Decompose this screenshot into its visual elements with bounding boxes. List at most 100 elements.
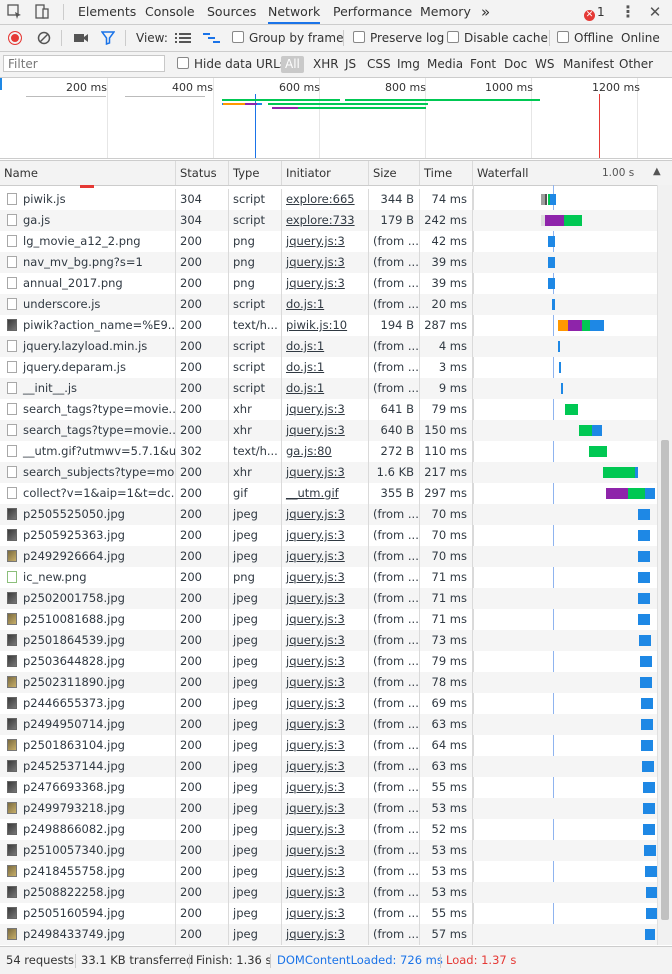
initiator-link[interactable]: jquery.js:3 (282, 399, 369, 420)
request-row[interactable]: search_subjects?type=mo... 200 xhr jquery.j… (0, 462, 657, 483)
offline-checkbox[interactable]: Offline (557, 25, 613, 51)
name-cell[interactable]: search_subjects?type=mo... (0, 462, 176, 483)
request-row[interactable]: p2502311890.jpg 200 jpeg jquery.js:3 (from .… (0, 672, 657, 693)
initiator-link[interactable]: jquery.js:3 (282, 420, 369, 441)
filter-type-ws[interactable]: WS (533, 56, 556, 73)
initiator-link[interactable]: piwik.js:10 (282, 315, 369, 336)
request-row[interactable]: jquery.lazyload.min.js 200 script do.js:1 (f… (0, 336, 657, 357)
group-by-frame-checkbox[interactable]: Group by frame (232, 25, 343, 51)
name-cell[interactable]: lg_movie_a12_2.png (0, 231, 176, 252)
request-row[interactable]: p2452537144.jpg 200 jpeg jquery.js:3 (from .… (0, 756, 657, 777)
tab-network[interactable]: Network (268, 0, 321, 24)
name-cell[interactable]: p2476693368.jpg (0, 777, 176, 798)
initiator-link[interactable]: jquery.js:3 (282, 819, 369, 840)
request-row[interactable]: collect?v=1&aip=1&t=dc... 200 gif __utm.gif… (0, 483, 657, 504)
request-row[interactable]: __init__.js 200 script do.js:1 (from ... 9 ms (0, 378, 657, 399)
name-cell[interactable]: search_tags?type=movie... (0, 399, 176, 420)
tab-memory[interactable]: Memory (420, 0, 471, 24)
initiator-link[interactable]: jquery.js:3 (282, 567, 369, 588)
table-scrollbar[interactable] (657, 185, 672, 945)
filter-type-js[interactable]: JS (343, 56, 358, 73)
initiator-link[interactable]: jquery.js:3 (282, 861, 369, 882)
error-counter[interactable]: ✕ 1 (584, 4, 618, 21)
initiator-link[interactable]: __utm.gif (282, 483, 369, 504)
name-cell[interactable]: p2446655373.jpg (0, 693, 176, 714)
device-toolbar-icon[interactable] (33, 3, 51, 21)
name-cell[interactable]: __utm.gif?utmwv=5.7.1&u... (0, 441, 176, 462)
network-overview-timeline[interactable]: 200 ms 400 ms 600 ms 800 ms 1000 ms 1200… (0, 78, 672, 159)
preserve-log-checkbox[interactable]: Preserve log (353, 25, 444, 51)
request-row[interactable]: p2505160594.jpg 200 jpeg jquery.js:3 (from .… (0, 903, 657, 924)
inspect-element-icon[interactable] (6, 3, 24, 21)
request-row[interactable]: p2499793218.jpg 200 jpeg jquery.js:3 (from .… (0, 798, 657, 819)
request-row[interactable]: p2418455758.jpg 200 jpeg jquery.js:3 (from .… (0, 861, 657, 882)
filter-input[interactable] (3, 55, 165, 72)
filter-type-all[interactable]: All (281, 56, 304, 73)
request-row[interactable]: piwik.js 304 script explore:665 344 B 74 ms (0, 189, 657, 210)
request-row[interactable]: p2494950714.jpg 200 jpeg jquery.js:3 (from .… (0, 714, 657, 735)
name-cell[interactable]: jquery.lazyload.min.js (0, 336, 176, 357)
initiator-link[interactable]: do.js:1 (282, 336, 369, 357)
filter-type-other[interactable]: Other (617, 56, 655, 73)
initiator-link[interactable]: jquery.js:3 (282, 525, 369, 546)
request-row[interactable]: p2476693368.jpg 200 jpeg jquery.js:3 (from .… (0, 777, 657, 798)
initiator-link[interactable]: jquery.js:3 (282, 504, 369, 525)
initiator-link[interactable]: explore:733 (282, 210, 369, 231)
initiator-link[interactable]: jquery.js:3 (282, 462, 369, 483)
filter-type-media[interactable]: Media (425, 56, 465, 73)
name-cell[interactable]: p2510081688.jpg (0, 609, 176, 630)
initiator-link[interactable]: jquery.js:3 (282, 609, 369, 630)
filter-funnel-icon[interactable] (100, 31, 116, 48)
name-cell[interactable]: p2505925363.jpg (0, 525, 176, 546)
kebab-menu-icon[interactable]: ⋮ (619, 3, 637, 21)
name-cell[interactable]: ga.js (0, 210, 176, 231)
name-cell[interactable]: piwik.js (0, 189, 176, 210)
name-cell[interactable]: p2498433749.jpg (0, 924, 176, 945)
request-row[interactable]: p2503644828.jpg 200 jpeg jquery.js:3 (from .… (0, 651, 657, 672)
name-cell[interactable]: p2501864539.jpg (0, 630, 176, 651)
name-cell[interactable]: __init__.js (0, 378, 176, 399)
name-cell[interactable]: piwik?action_name=%E9... (0, 315, 176, 336)
initiator-link[interactable]: jquery.js:3 (282, 588, 369, 609)
tab-console[interactable]: Console (145, 0, 195, 24)
request-row[interactable]: p2508822258.jpg 200 jpeg jquery.js:3 (from .… (0, 882, 657, 903)
record-icon[interactable] (8, 31, 22, 45)
overview-waterfall-icon[interactable] (203, 32, 221, 47)
request-row[interactable]: nav_mv_bg.png?s=1 200 png jquery.js:3 (from … (0, 252, 657, 273)
filter-type-doc[interactable]: Doc (502, 56, 529, 73)
request-row[interactable]: ic_new.png 200 png jquery.js:3 (from ... 71 m… (0, 567, 657, 588)
name-cell[interactable]: p2502001758.jpg (0, 588, 176, 609)
hide-data-urls-checkbox[interactable]: Hide data URLs (175, 56, 288, 73)
tab-sources[interactable]: Sources (207, 0, 256, 24)
request-row[interactable]: p2492926664.jpg 200 jpeg jquery.js:3 (from .… (0, 546, 657, 567)
disable-cache-checkbox[interactable]: Disable cache (447, 25, 548, 51)
large-rows-icon[interactable] (175, 32, 191, 47)
request-row[interactable]: underscore.js 200 script do.js:1 (from ... 20… (0, 294, 657, 315)
initiator-link[interactable]: do.js:1 (282, 294, 369, 315)
request-row[interactable]: ga.js 304 script explore:733 179 B 242 ms (0, 210, 657, 231)
request-row[interactable]: p2510057340.jpg 200 jpeg jquery.js:3 (from .… (0, 840, 657, 861)
request-row[interactable]: p2510081688.jpg 200 jpeg jquery.js:3 (from .… (0, 609, 657, 630)
clear-icon[interactable] (37, 31, 51, 48)
request-row[interactable]: p2498433749.jpg 200 jpeg jquery.js:3 (from .… (0, 924, 657, 945)
request-row[interactable]: p2501863104.jpg 200 jpeg jquery.js:3 (from .… (0, 735, 657, 756)
initiator-link[interactable]: jquery.js:3 (282, 735, 369, 756)
initiator-link[interactable]: jquery.js:3 (282, 903, 369, 924)
name-cell[interactable]: jquery.deparam.js (0, 357, 176, 378)
initiator-link[interactable]: jquery.js:3 (282, 756, 369, 777)
initiator-link[interactable]: jquery.js:3 (282, 714, 369, 735)
name-cell[interactable]: p2510057340.jpg (0, 840, 176, 861)
initiator-link[interactable]: jquery.js:3 (282, 924, 369, 945)
close-icon[interactable]: ✕ (646, 3, 664, 21)
name-cell[interactable]: ic_new.png (0, 567, 176, 588)
filter-type-font[interactable]: Font (468, 56, 498, 73)
name-cell[interactable]: p2505525050.jpg (0, 504, 176, 525)
request-row[interactable]: p2505925363.jpg 200 jpeg jquery.js:3 (from .… (0, 525, 657, 546)
name-cell[interactable]: p2498866082.jpg (0, 819, 176, 840)
screenshot-camera-icon[interactable] (73, 32, 89, 47)
initiator-link[interactable]: jquery.js:3 (282, 777, 369, 798)
column-header-status[interactable]: Status (176, 161, 229, 185)
name-cell[interactable]: annual_2017.png (0, 273, 176, 294)
initiator-link[interactable]: do.js:1 (282, 357, 369, 378)
initiator-link[interactable]: jquery.js:3 (282, 630, 369, 651)
